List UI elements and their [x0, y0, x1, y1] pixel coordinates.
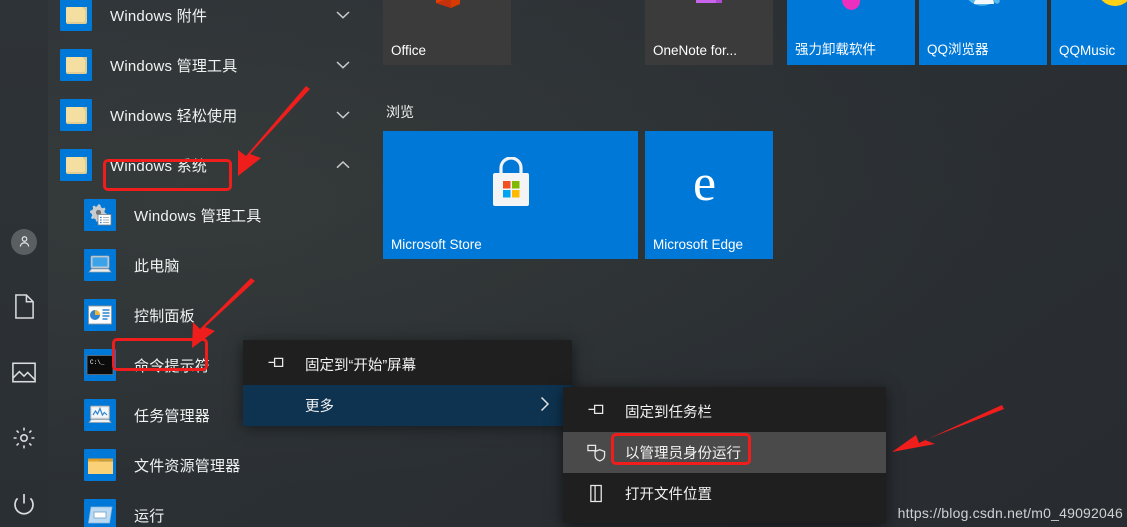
power-rail-button[interactable]	[0, 486, 48, 527]
app-list-item-label: 任务管理器	[134, 407, 211, 425]
submenu-item-open-file-location[interactable]: 打开文件位置	[563, 473, 886, 514]
start-menu-left-rail	[0, 0, 48, 527]
documents-rail-button[interactable]	[0, 289, 48, 330]
control-panel-icon	[84, 299, 116, 331]
computer-icon	[84, 249, 116, 281]
svg-text:e: e	[693, 156, 716, 212]
tile-label: Microsoft Edge	[653, 237, 744, 252]
app-list-item-label: 控制面板	[134, 307, 195, 325]
folder-icon	[60, 0, 92, 31]
pin-icon	[265, 355, 287, 375]
qq-browser-icon	[919, 0, 1047, 43]
settings-rail-button[interactable]	[0, 420, 48, 461]
file-explorer-icon	[84, 449, 116, 481]
submenu-item-label: 固定到任务栏	[625, 405, 712, 421]
app-list-item-label: 命令提示符	[134, 357, 211, 375]
submenu-item-label: 以管理员身份运行	[625, 446, 741, 462]
folder-icon	[60, 49, 92, 81]
pin-icon	[585, 402, 607, 422]
store-icon	[383, 131, 638, 237]
context-menu-item-more[interactable]: 更多	[243, 385, 572, 426]
tile-label: OneNote for...	[653, 43, 738, 58]
context-menu-item-pin-to-start[interactable]: 固定到“开始”屏幕	[243, 344, 572, 385]
chevron-right-icon	[540, 396, 550, 416]
tile-microsoft-store[interactable]: Microsoft Store	[383, 131, 638, 259]
chevron-down-icon[interactable]	[336, 59, 350, 72]
office-icon	[383, 0, 511, 43]
picture-icon	[12, 362, 36, 388]
task-manager-icon	[84, 399, 116, 431]
person-icon	[11, 228, 37, 255]
gear-icon	[12, 426, 36, 455]
chevron-up-icon[interactable]	[336, 159, 350, 172]
power-icon	[12, 492, 36, 521]
admin-tools-icon	[84, 199, 116, 231]
uninstaller-icon	[787, 0, 915, 43]
context-menu-item-label: 更多	[305, 399, 334, 415]
app-list-item-windows-accessories[interactable]: Windows 附件	[48, 0, 378, 40]
tile-group-header: 浏览	[386, 104, 414, 120]
submenu-item-run-as-administrator[interactable]: 以管理员身份运行	[563, 432, 886, 473]
tile-label: Microsoft Store	[391, 237, 482, 252]
user-avatar[interactable]	[0, 221, 48, 262]
pictures-rail-button[interactable]	[0, 354, 48, 395]
app-list-item-windows-ease-of-access[interactable]: Windows 轻松使用	[48, 90, 378, 140]
tile-microsoft-edge[interactable]: e Microsoft Edge	[645, 131, 773, 259]
edge-icon: e	[645, 131, 773, 237]
app-list-item-file-explorer[interactable]: 文件资源管理器	[48, 440, 378, 490]
tile-label: Office	[391, 43, 427, 58]
context-menu-item-label: 固定到“开始”屏幕	[305, 358, 417, 374]
watermark-text: https://blog.csdn.net/m0_49092046	[897, 505, 1123, 521]
app-list-item-label: Windows 附件	[110, 7, 208, 25]
document-icon	[14, 294, 35, 324]
blank-icon	[265, 396, 287, 416]
app-list-item-label: Windows 管理工具	[134, 207, 262, 225]
svg-text:C:\_: C:\_	[90, 359, 105, 366]
command-prompt-icon: C:\_	[84, 349, 116, 381]
app-list-item-run[interactable]: 运行	[48, 490, 378, 527]
tile-qq-browser[interactable]: QQ浏览器	[919, 0, 1047, 65]
app-list-item-this-pc[interactable]: 此电脑	[48, 240, 378, 290]
tile-office[interactable]: Office	[383, 0, 511, 65]
context-submenu[interactable]: 固定到任务栏 以管理员身份运行 打开文件位置	[563, 387, 886, 523]
app-list-item-label: Windows 轻松使用	[110, 107, 238, 125]
app-list-item-label: Windows 管理工具	[110, 57, 238, 75]
tile-uninstaller[interactable]: 强力卸载软件	[787, 0, 915, 65]
tile-onenote[interactable]: N OneNote for...	[645, 0, 773, 65]
app-list-item-control-panel[interactable]: 控制面板	[48, 290, 378, 340]
shield-run-icon	[585, 443, 607, 463]
app-list-item-label: 此电脑	[134, 257, 180, 275]
context-menu[interactable]: 固定到“开始”屏幕 更多	[243, 340, 572, 426]
tile-qqmusic[interactable]: QQMusic	[1051, 0, 1127, 65]
submenu-item-pin-to-taskbar[interactable]: 固定到任务栏	[563, 391, 886, 432]
chevron-down-icon[interactable]	[336, 109, 350, 122]
onenote-icon: N	[645, 0, 773, 43]
qqmusic-icon	[1051, 0, 1127, 43]
chevron-down-icon[interactable]	[336, 9, 350, 22]
folder-open-icon	[585, 484, 607, 504]
folder-icon	[60, 149, 92, 181]
app-list-item-label: Windows 系统	[110, 157, 208, 175]
app-list-item-admin-tools[interactable]: Windows 管理工具	[48, 190, 378, 240]
app-list-item-label: 文件资源管理器	[134, 457, 241, 475]
tile-label: QQMusic	[1059, 43, 1116, 58]
app-list-item-windows-system[interactable]: Windows 系统	[48, 140, 378, 190]
app-list-item-windows-admin-tools-folder[interactable]: Windows 管理工具	[48, 40, 378, 90]
app-list[interactable]: Windows 安全中心 Windows 附件 Windows 管理工具 Win…	[48, 0, 378, 527]
app-list-item-label: 运行	[134, 507, 165, 525]
folder-icon	[60, 99, 92, 131]
run-icon	[84, 499, 116, 527]
submenu-item-label: 打开文件位置	[625, 487, 712, 503]
start-menu: Windows 安全中心 Windows 附件 Windows 管理工具 Win…	[0, 0, 1127, 527]
